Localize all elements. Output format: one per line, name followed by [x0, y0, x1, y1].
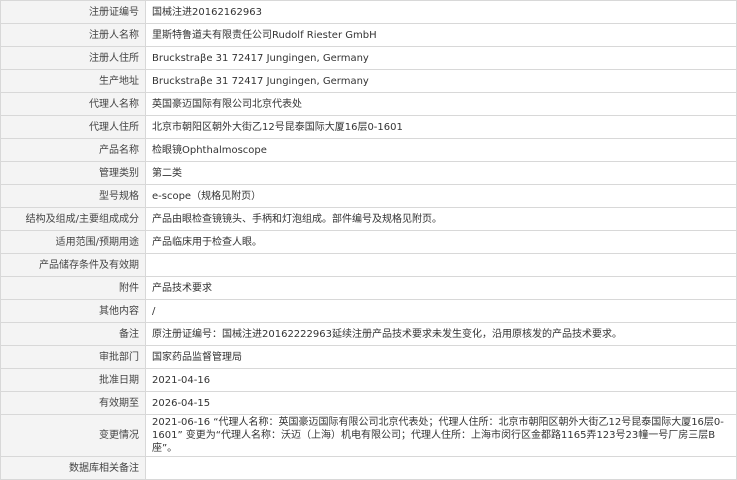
row-value: 国械注进20162162963	[145, 0, 737, 24]
row-product-name: 产品名称 检眼镜Ophthalmoscope	[0, 138, 737, 162]
row-label: 管理类别	[0, 161, 146, 185]
row-value: 产品技术要求	[145, 276, 737, 300]
row-label: 结构及组成/主要组成成分	[0, 207, 146, 231]
row-value: 国家药品监督管理局	[145, 345, 737, 369]
row-database-remarks: 数据库相关备注	[0, 456, 737, 480]
row-label: 批准日期	[0, 368, 146, 392]
row-remarks: 备注 原注册证编号：国械注进20162222963延续注册产品技术要求未发生变化…	[0, 322, 737, 346]
row-attachment: 附件 产品技术要求	[0, 276, 737, 300]
row-value: 2021-04-16	[145, 368, 737, 392]
row-label: 有效期至	[0, 391, 146, 415]
row-registrant-address: 注册人住所 Bruckstraβe 31 72417 Jungingen, Ge…	[0, 46, 737, 70]
row-label: 注册证编号	[0, 0, 146, 24]
row-label: 型号规格	[0, 184, 146, 208]
row-label: 数据库相关备注	[0, 456, 146, 480]
row-registration-number: 注册证编号 国械注进20162162963	[0, 0, 737, 24]
row-value	[145, 253, 737, 277]
row-production-address: 生产地址 Bruckstraβe 31 72417 Jungingen, Ger…	[0, 69, 737, 93]
row-label: 代理人名称	[0, 92, 146, 116]
detail-table-body: 注册证编号 国械注进20162162963 注册人名称 里斯特鲁道夫有限责任公司…	[0, 0, 737, 480]
row-value: 产品临床用于检查人眼。	[145, 230, 737, 254]
row-value: 北京市朝阳区朝外大街乙12号昆泰国际大厦16层0-1601	[145, 115, 737, 139]
row-value: 检眼镜Ophthalmoscope	[145, 138, 737, 162]
row-label: 注册人名称	[0, 23, 146, 47]
row-value: /	[145, 299, 737, 323]
row-model-spec: 型号规格 e-scope（规格见附页）	[0, 184, 737, 208]
row-value	[145, 456, 737, 480]
row-value: 英国豪迈国际有限公司北京代表处	[145, 92, 737, 116]
row-agent-name: 代理人名称 英国豪迈国际有限公司北京代表处	[0, 92, 737, 116]
row-change-history: 变更情况 2021-06-16 “代理人名称：英国豪迈国际有限公司北京代表处；代…	[0, 414, 737, 457]
row-value: 2026-04-15	[145, 391, 737, 415]
row-value: 第二类	[145, 161, 737, 185]
row-label: 变更情况	[0, 414, 146, 457]
row-approval-date: 批准日期 2021-04-16	[0, 368, 737, 392]
row-intended-use: 适用范围/预期用途 产品临床用于检查人眼。	[0, 230, 737, 254]
row-label: 生产地址	[0, 69, 146, 93]
row-storage-validity: 产品储存条件及有效期	[0, 253, 737, 277]
row-value: Bruckstraβe 31 72417 Jungingen, Germany	[145, 46, 737, 70]
row-value: 产品由眼检查镜镜头、手柄和灯泡组成。部件编号及规格见附页。	[145, 207, 737, 231]
row-value: Bruckstraβe 31 72417 Jungingen, Germany	[145, 69, 737, 93]
row-management-category: 管理类别 第二类	[0, 161, 737, 185]
row-label: 适用范围/预期用途	[0, 230, 146, 254]
row-value: e-scope（规格见附页）	[145, 184, 737, 208]
row-other-content: 其他内容 /	[0, 299, 737, 323]
row-value: 2021-06-16 “代理人名称：英国豪迈国际有限公司北京代表处；代理人住所：…	[145, 414, 737, 457]
row-label: 代理人住所	[0, 115, 146, 139]
row-value: 原注册证编号：国械注进20162222963延续注册产品技术要求未发生变化，沿用…	[145, 322, 737, 346]
row-label: 备注	[0, 322, 146, 346]
registration-detail-table: 注册证编号 国械注进20162162963 注册人名称 里斯特鲁道夫有限责任公司…	[0, 0, 737, 480]
row-structure-composition: 结构及组成/主要组成成分 产品由眼检查镜镜头、手柄和灯泡组成。部件编号及规格见附…	[0, 207, 737, 231]
row-value: 里斯特鲁道夫有限责任公司Rudolf Riester GmbH	[145, 23, 737, 47]
row-label: 其他内容	[0, 299, 146, 323]
row-label: 产品储存条件及有效期	[0, 253, 146, 277]
row-registrant-name: 注册人名称 里斯特鲁道夫有限责任公司Rudolf Riester GmbH	[0, 23, 737, 47]
row-label: 产品名称	[0, 138, 146, 162]
row-expiry-date: 有效期至 2026-04-15	[0, 391, 737, 415]
row-agent-address: 代理人住所 北京市朝阳区朝外大街乙12号昆泰国际大厦16层0-1601	[0, 115, 737, 139]
row-label: 注册人住所	[0, 46, 146, 70]
row-label: 审批部门	[0, 345, 146, 369]
row-approval-department: 审批部门 国家药品监督管理局	[0, 345, 737, 369]
row-label: 附件	[0, 276, 146, 300]
